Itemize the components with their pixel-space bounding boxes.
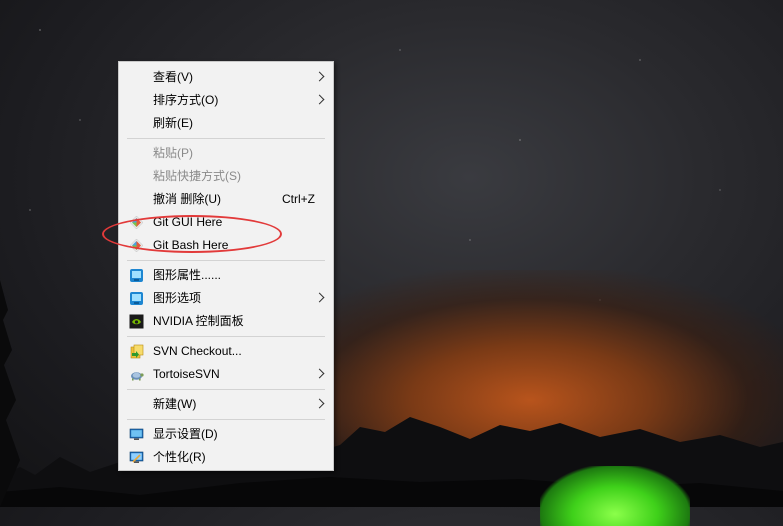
chevron-right-icon [314,368,325,379]
menu-item-label: TortoiseSVN [153,367,220,381]
chevron-right-icon [314,398,325,409]
menu-item-label: 粘贴(P) [153,146,193,160]
menu-item-label: 排序方式(O) [153,93,219,107]
menu-item-paste-shortcut[interactable]: 粘贴快捷方式(S) [119,165,333,188]
menu-separator [127,336,325,337]
menu-item-label: 个性化(R) [153,450,206,464]
menu-item-sort[interactable]: 排序方式(O) [119,89,333,112]
chevron-right-icon [314,94,325,105]
highlight-ellipse [102,215,282,253]
menu-separator [127,138,325,139]
menu-item-refresh[interactable]: 刷新(E) [119,112,333,135]
personalize-icon [129,451,144,463]
menu-item-label: 显示设置(D) [153,427,218,441]
menu-item-label: 撤消 删除(U) [153,192,221,206]
context-menu: 查看(V) 排序方式(O) 刷新(E) 粘贴(P) 粘贴快捷方式(S) 撤消 删… [118,61,334,471]
chevron-right-icon [314,292,325,303]
menu-item-label: NVIDIA 控制面板 [153,314,244,328]
menu-item-label: 查看(V) [153,70,193,84]
menu-item-label: 新建(W) [153,397,197,411]
menu-item-label: 图形属性...... [153,268,222,282]
menu-item-label: SVN Checkout... [153,344,242,358]
menu-separator [127,260,325,261]
menu-item-svn-checkout[interactable]: SVN Checkout... [119,340,333,363]
menu-separator [127,389,325,390]
menu-separator [127,419,325,420]
nvidia-icon [129,314,144,329]
menu-item-graphics-properties[interactable]: 图形属性...... [119,264,333,287]
menu-item-undo-delete[interactable]: 撤消 删除(U) Ctrl+Z [119,188,333,211]
glowing-tent [540,466,690,526]
svn-checkout-icon [130,344,144,359]
menu-item-display-settings[interactable]: 显示设置(D) [119,423,333,446]
menu-item-tortoise-svn[interactable]: TortoiseSVN [119,363,333,386]
menu-item-label: 刷新(E) [153,116,193,130]
menu-item-view[interactable]: 查看(V) [119,66,333,89]
menu-item-graphics-options[interactable]: 图形选项 [119,287,333,310]
menu-item-personalize[interactable]: 个性化(R) [119,446,333,469]
menu-item-nvidia-panel[interactable]: NVIDIA 控制面板 [119,310,333,333]
tortoise-svn-icon [131,372,144,381]
menu-item-paste[interactable]: 粘贴(P) [119,142,333,165]
tree-silhouette [0,280,20,507]
shortcut-label: Ctrl+Z [282,192,315,206]
menu-item-label: 图形选项 [153,291,202,305]
menu-item-new[interactable]: 新建(W) [119,393,333,416]
intel-graphics-icon [130,269,143,282]
menu-item-label: 粘贴快捷方式(S) [153,169,241,183]
chevron-right-icon [314,71,325,82]
intel-graphics-icon [130,292,143,305]
display-monitor-icon [129,428,144,440]
